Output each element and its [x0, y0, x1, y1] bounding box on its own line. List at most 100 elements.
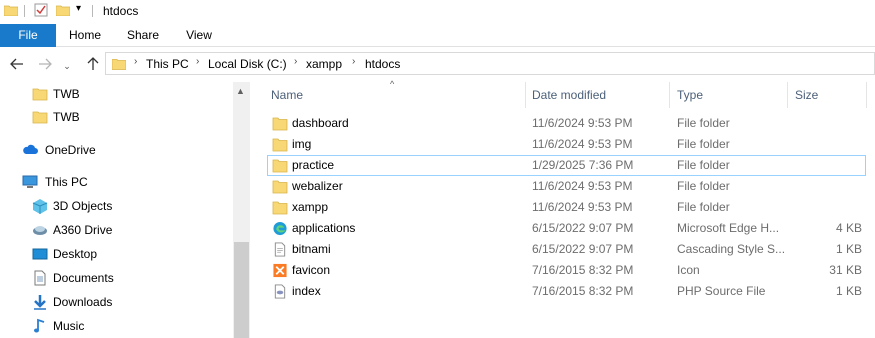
file-row-favicon[interactable]: favicon 7/16/2015 8:32 PM Icon 31 KB	[267, 260, 866, 281]
sidebar-item-label: TWB	[53, 87, 80, 101]
file-row-dashboard[interactable]: dashboard 11/6/2024 9:53 PM File folder	[267, 113, 866, 134]
sidebar-item-label: This PC	[45, 175, 88, 189]
tab-home[interactable]: Home	[62, 24, 108, 47]
column-header-date-modified[interactable]: Date modified	[532, 82, 606, 108]
file-row-bitnami[interactable]: bitnami 6/15/2022 9:07 PM Cascading Styl…	[267, 239, 866, 260]
cloud-icon	[23, 144, 38, 154]
computer-icon	[22, 175, 38, 188]
sidebar-item-label: Music	[53, 319, 85, 333]
file-name: favicon	[292, 263, 331, 277]
sidebar-item-label: Desktop	[53, 247, 98, 261]
documents-icon	[34, 270, 46, 286]
column-header-type[interactable]: Type	[677, 82, 703, 108]
xampp-icon	[273, 263, 287, 278]
window-title: htdocs	[103, 4, 139, 18]
sidebar-item-label: A360 Drive	[53, 223, 113, 237]
tab-share[interactable]: Share	[120, 24, 166, 47]
folder-icon	[272, 159, 288, 173]
scroll-up-icon[interactable]: ▲	[236, 86, 245, 96]
file-type: File folder	[677, 179, 730, 193]
column-header-size[interactable]: Size	[795, 82, 818, 108]
file-row-applications[interactable]: applications 6/15/2022 9:07 PM Microsoft…	[267, 218, 866, 239]
file-name: applications	[292, 221, 356, 235]
sort-ascending-icon: ^	[390, 79, 395, 89]
edge-icon	[273, 221, 287, 236]
tab-view[interactable]: View	[176, 24, 222, 47]
folder-icon	[32, 111, 48, 124]
quick-access-dropdown-icon[interactable]: ▾	[76, 3, 81, 14]
css-file-icon	[274, 242, 286, 257]
sidebar-item-label: TWB	[53, 110, 80, 124]
chevron-right-icon[interactable]: ›	[196, 56, 199, 67]
separator	[92, 5, 93, 17]
php-file-icon	[274, 284, 286, 299]
new-folder-icon[interactable]	[56, 4, 70, 16]
title-bar: ▾ htdocs	[0, 0, 875, 24]
file-date: 11/6/2024 9:53 PM	[532, 179, 633, 193]
forward-arrow-icon	[39, 58, 52, 70]
column-divider[interactable]	[669, 82, 670, 108]
file-date: 7/16/2015 8:32 PM	[532, 284, 634, 298]
file-name: index	[292, 284, 321, 298]
tab-file[interactable]: File	[0, 24, 56, 47]
back-arrow-icon	[10, 58, 23, 70]
download-icon	[34, 295, 46, 310]
navigation-pane: TWB TWB OneDrive This PC 3D Objects A360…	[0, 82, 252, 338]
chevron-right-icon[interactable]: ›	[294, 56, 297, 67]
chevron-down-icon: ⌄	[63, 60, 71, 71]
breadcrumb-local-disk[interactable]: Local Disk (C:)	[208, 57, 287, 71]
folder-icon[interactable]	[4, 4, 18, 16]
file-size: 31 KB	[829, 263, 862, 277]
sidebar-item-label: Documents	[53, 271, 114, 285]
file-name: dashboard	[292, 116, 349, 130]
address-bar[interactable]: › This PC › Local Disk (C:) › xampp › ht…	[105, 52, 875, 75]
file-size: 1 KB	[835, 242, 862, 256]
folder-icon	[32, 88, 48, 101]
sidebar-item-label: 3D Objects	[53, 199, 113, 213]
file-row-webalizer[interactable]: webalizer 11/6/2024 9:53 PM File folder	[267, 176, 866, 197]
folder-icon	[272, 138, 288, 152]
music-icon	[34, 318, 45, 333]
column-header-name[interactable]: Name	[271, 82, 303, 108]
recent-locations-button[interactable]: ⌄	[62, 57, 72, 75]
breadcrumb-htdocs[interactable]: htdocs	[365, 57, 400, 71]
file-type: Icon	[677, 263, 700, 277]
file-row-xampp[interactable]: xampp 11/6/2024 9:53 PM File folder	[267, 197, 866, 218]
ribbon: File Home Share View	[0, 24, 875, 47]
file-row-practice[interactable]: practice 1/29/2025 7:36 PM File folder	[267, 155, 866, 176]
cube-icon	[32, 199, 48, 214]
file-date: 11/6/2024 9:53 PM	[532, 200, 633, 214]
file-type: Cascading Style S...	[677, 242, 786, 256]
properties-icon[interactable]	[34, 3, 48, 17]
file-type: File folder	[677, 200, 730, 214]
scrollbar-thumb[interactable]	[234, 242, 249, 338]
separator	[24, 5, 25, 17]
file-row-img[interactable]: img 11/6/2024 9:53 PM File folder	[267, 134, 866, 155]
up-button[interactable]	[84, 55, 102, 73]
file-date: 1/29/2025 7:36 PM	[532, 158, 634, 172]
sidebar-item-label: Downloads	[53, 295, 113, 309]
forward-button[interactable]	[36, 55, 54, 73]
up-arrow-icon	[87, 57, 99, 70]
file-name: webalizer	[292, 179, 343, 193]
drive-icon	[33, 226, 47, 235]
file-name: practice	[292, 158, 335, 172]
chevron-right-icon[interactable]: ›	[352, 56, 355, 67]
back-button[interactable]	[8, 55, 26, 73]
file-type: Microsoft Edge H...	[677, 221, 780, 235]
file-date: 7/16/2015 8:32 PM	[532, 263, 634, 277]
column-divider[interactable]	[866, 82, 867, 108]
column-divider[interactable]	[525, 82, 526, 108]
chevron-right-icon[interactable]: ›	[134, 56, 137, 67]
file-size: 4 KB	[835, 221, 862, 235]
file-name: img	[292, 137, 312, 151]
file-row-index[interactable]: index 7/16/2015 8:32 PM PHP Source File …	[267, 281, 866, 302]
sidebar-item-label: OneDrive	[45, 143, 96, 157]
file-type: File folder	[677, 137, 730, 151]
breadcrumb-xampp[interactable]: xampp	[306, 57, 342, 71]
file-type: File folder	[677, 116, 730, 130]
desktop-icon	[32, 248, 48, 260]
column-divider[interactable]	[787, 82, 788, 108]
file-date: 11/6/2024 9:53 PM	[532, 137, 633, 151]
breadcrumb-this-pc[interactable]: This PC	[146, 57, 189, 71]
